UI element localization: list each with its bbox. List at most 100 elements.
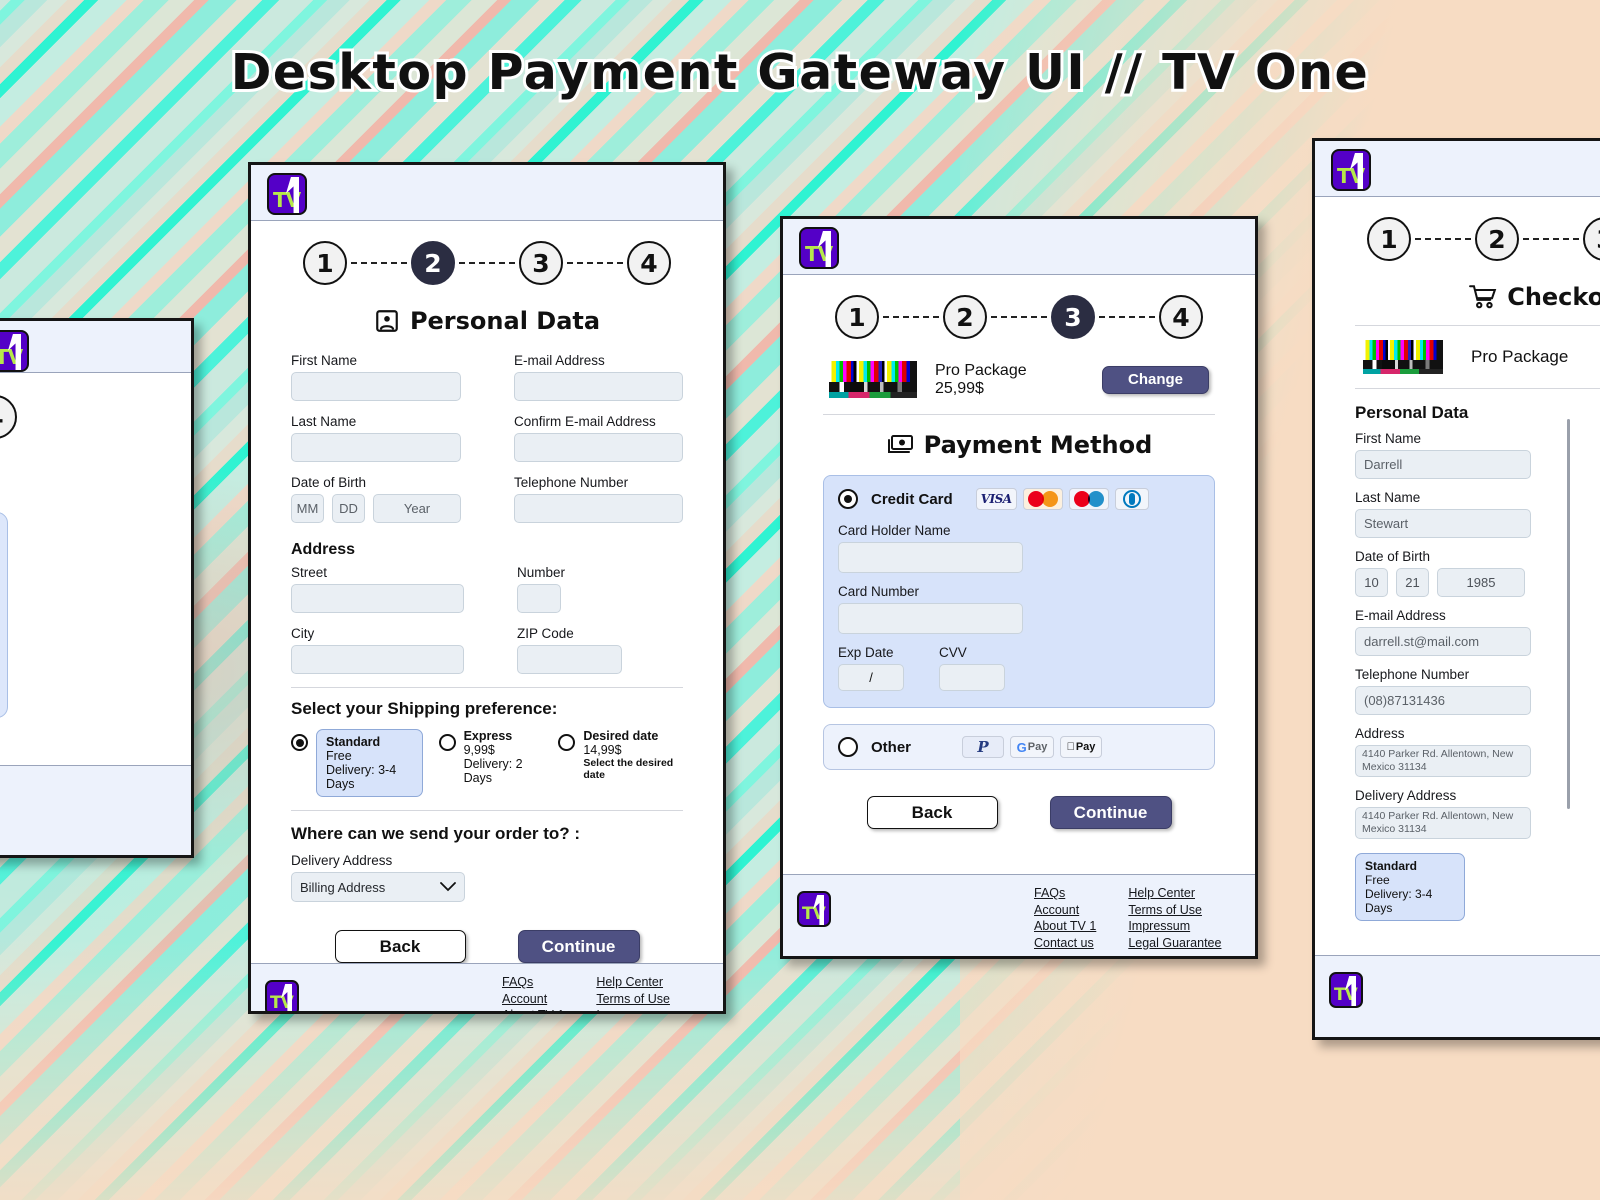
- footer-link-help-center[interactable]: Help Center: [596, 974, 689, 991]
- footer-links-col1: FAQs Account About TV 1 Contact us: [1034, 885, 1096, 952]
- back-button[interactable]: Back: [866, 796, 998, 829]
- divider: [823, 414, 1215, 415]
- last-name-input[interactable]: [291, 433, 461, 462]
- shipping-standard-delivery: Delivery: 3-4 Days: [326, 763, 397, 791]
- shipping-option-express[interactable]: Express 9,99$ Delivery: 2 Days: [438, 729, 543, 797]
- dob-year-input[interactable]: 1985: [1437, 568, 1525, 597]
- address-group-title: Address: [291, 541, 356, 558]
- stepper-step-3[interactable]: 3: [1583, 217, 1600, 261]
- stepper-step-1[interactable]: 1: [835, 295, 879, 339]
- delivery-address-label: Delivery Address: [291, 853, 393, 868]
- footer-link-contact[interactable]: Contact us: [1034, 935, 1096, 952]
- radio-other[interactable]: [838, 737, 858, 757]
- footer-link-faqs[interactable]: FAQs: [502, 974, 564, 991]
- shipping-summary-box: Standard Free Delivery: 3-4 Days: [1355, 853, 1465, 921]
- last-name-input[interactable]: Stewart: [1355, 509, 1531, 538]
- section-title-text: Personal Data: [409, 307, 601, 335]
- dob-year-input[interactable]: Year: [373, 494, 461, 523]
- radio-express[interactable]: [438, 734, 456, 751]
- card-header: TV: [0, 321, 191, 373]
- continue-button[interactable]: Continue: [1049, 796, 1172, 829]
- continue-button[interactable]: Continue: [517, 930, 640, 963]
- stepper-step-4[interactable]: 4: [0, 395, 17, 439]
- dob-month-input[interactable]: 10: [1355, 568, 1388, 597]
- telephone-input[interactable]: [514, 494, 683, 523]
- section-title-personal-data: Personal Data: [291, 307, 683, 335]
- footer-link-terms[interactable]: Terms of Use: [596, 991, 689, 1008]
- shipping-standard-box: Standard Free Delivery: 3-4 Days: [316, 729, 423, 797]
- shipping-desired-name: Desired date: [583, 729, 659, 743]
- change-package-button[interactable]: Change: [1102, 365, 1209, 394]
- section-title-text: Checkout: [1507, 283, 1600, 311]
- card-number-input[interactable]: [838, 603, 1023, 634]
- divider: [291, 687, 683, 688]
- stepper-step-2[interactable]: 2: [411, 241, 455, 285]
- back-button[interactable]: Back: [334, 930, 466, 963]
- person-card-icon: [374, 308, 400, 334]
- tv1-logo: TV: [0, 330, 29, 372]
- zip-label: ZIP Code: [517, 626, 574, 641]
- shipping-option-desired-date[interactable]: Desired date 14,99$ Select the desired d…: [558, 729, 683, 797]
- tv1-logo-footer: TV: [797, 891, 831, 927]
- cvv-input[interactable]: [939, 664, 1005, 691]
- stepper-step-3[interactable]: 3: [519, 241, 563, 285]
- exp-date-input[interactable]: /: [838, 664, 904, 691]
- first-name-input[interactable]: [291, 372, 461, 401]
- telephone-label: Telephone Number: [1355, 667, 1470, 682]
- radio-credit-card[interactable]: [838, 489, 858, 509]
- dob-day-input[interactable]: DD: [332, 494, 365, 523]
- card-body: 3 4 lection Master Sed ut perspiciatis u…: [0, 373, 191, 765]
- dob-day-input[interactable]: 21: [1396, 568, 1429, 597]
- confirm-email-input[interactable]: [514, 433, 683, 462]
- stepper-step-3[interactable]: 3: [1051, 295, 1095, 339]
- shipping-express-delivery: Delivery: 2 Days: [463, 757, 523, 785]
- stepper-step-1[interactable]: 1: [303, 241, 347, 285]
- telephone-input[interactable]: (08)87131436: [1355, 686, 1531, 715]
- footer-link-impressum[interactable]: Impressum: [596, 1007, 689, 1011]
- radio-standard[interactable]: [291, 734, 308, 751]
- city-label: City: [291, 626, 315, 641]
- delivery-title: Where can we send your order to? :: [291, 824, 581, 843]
- credit-card-panel[interactable]: Credit Card VISA Card Holder Name Card N…: [823, 475, 1215, 708]
- personal-data-title: Personal Data: [1355, 403, 1469, 422]
- delivery-address-input[interactable]: 4140 Parker Rd. Allentown, New Mexico 31…: [1355, 807, 1531, 839]
- delivery-address-select[interactable]: Billing Address: [291, 872, 465, 902]
- first-name-label: First Name: [1355, 431, 1422, 446]
- card-holder-input[interactable]: [838, 542, 1023, 573]
- footer-link-account[interactable]: Account: [1034, 902, 1096, 919]
- address-input[interactable]: 4140 Parker Rd. Allentown, New Mexico 31…: [1355, 745, 1531, 777]
- street-input[interactable]: [291, 584, 464, 613]
- first-name-input[interactable]: Darrell: [1355, 450, 1531, 479]
- number-input[interactable]: [517, 584, 561, 613]
- radio-desired-date[interactable]: [558, 734, 576, 751]
- stepper-step-1[interactable]: 1: [1367, 217, 1411, 261]
- stepper-step-4[interactable]: 4: [627, 241, 671, 285]
- footer-link-about[interactable]: About TV 1: [1034, 918, 1096, 935]
- footer-link-terms[interactable]: Terms of Use: [1128, 902, 1221, 919]
- scrollbar[interactable]: [1567, 419, 1570, 809]
- stepper-line-1: [883, 316, 939, 318]
- stepper-step-2[interactable]: 2: [1475, 217, 1519, 261]
- cvv-label: CVV: [939, 645, 967, 660]
- card-checkout: TV 1 2 3 4 Checkout: [1312, 138, 1600, 1040]
- city-input[interactable]: [291, 645, 464, 674]
- card-footer: TV FAQs Account About TV 1 Contact us He…: [251, 963, 723, 1011]
- footer-link-legal[interactable]: Legal Guarantee: [1128, 935, 1221, 952]
- card-holder-label: Card Holder Name: [838, 523, 951, 538]
- shipping-option-standard[interactable]: Standard Free Delivery: 3-4 Days: [291, 729, 423, 797]
- stepper-step-2[interactable]: 2: [943, 295, 987, 339]
- email-input[interactable]: [514, 372, 683, 401]
- footer-link-help-center[interactable]: Help Center: [1128, 885, 1221, 902]
- zip-input[interactable]: [517, 645, 622, 674]
- footer-link-faqs[interactable]: FAQs: [1034, 885, 1096, 902]
- dob-month-input[interactable]: MM: [291, 494, 324, 523]
- other-payment-panel[interactable]: Other P GPay Pay: [823, 724, 1215, 770]
- package-card-master[interactable]: Master Sed ut perspiciatis unde omnis is…: [0, 512, 8, 718]
- footer-link-impressum[interactable]: Impressum: [1128, 918, 1221, 935]
- footer-link-about[interactable]: About TV 1: [502, 1007, 564, 1011]
- card-payment-method: TV 1 2 3 4 Pro Package 25,99$ Change Pay…: [780, 216, 1258, 959]
- first-name-label: First Name: [291, 353, 358, 368]
- email-input[interactable]: darrell.st@mail.com: [1355, 627, 1531, 656]
- stepper-step-4[interactable]: 4: [1159, 295, 1203, 339]
- footer-link-account[interactable]: Account: [502, 991, 564, 1008]
